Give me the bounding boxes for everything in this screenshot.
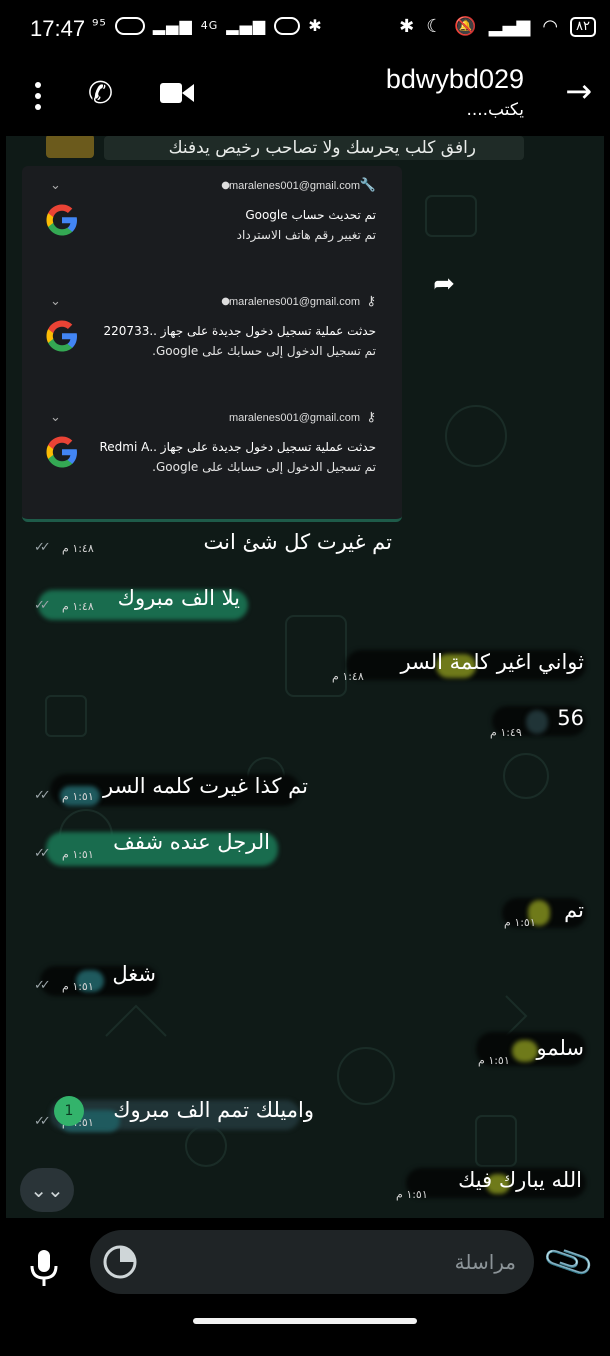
message-composer: 📎: [0, 1218, 610, 1356]
chevron-down-icon: ⌄: [50, 294, 61, 309]
message-text: شغل: [112, 962, 156, 986]
link-icon: [274, 16, 301, 35]
message-text: يلا الف مبروك: [117, 586, 240, 610]
home-indicator[interactable]: [193, 1318, 417, 1324]
moon-icon: ☾: [426, 16, 443, 37]
google-logo-icon: [46, 436, 77, 468]
double-check-icon: ✓✓: [34, 598, 51, 613]
chat-area[interactable]: رافق كلب يحرسك ولا تصاحب رخيص يدفنك ⌄ ● …: [6, 136, 604, 1218]
notification-title: حدثت عملية تسجيل دخول جديدة على جهاز ..R…: [99, 440, 376, 454]
message-incoming[interactable]: ١:٤٨ م ثواني اغير كلمة السر: [326, 646, 588, 686]
quoted-message[interactable]: رافق كلب يحرسك ولا تصاحب رخيص يدفنك: [46, 136, 586, 162]
highlight-mark: [526, 710, 548, 734]
chevron-down-icon: ⌄: [50, 178, 61, 193]
double-check-icon: ✓✓: [34, 788, 51, 803]
message-text: تم كذا غيرت كلمه السر: [103, 774, 308, 798]
message-time: ١:٤٨ م: [62, 600, 94, 613]
notification-body: تم تغيير رقم هاتف الاسترداد: [236, 228, 376, 242]
network-type: 4G: [200, 19, 219, 32]
message-time: ١:٤٩ م: [490, 726, 522, 739]
google-logo-icon: [46, 204, 77, 236]
sticker-icon[interactable]: [102, 1244, 138, 1280]
microphone-icon[interactable]: [26, 1248, 62, 1288]
mute-icon: 🔕: [454, 16, 477, 37]
status-bar: 17:47 ⁹⁵ ▂▄▆ 4G ▂▄▆ ✱ ✱ ☾ 🔕 ▂▄▆ ◠ ٨٢: [0, 0, 610, 62]
message-time: ١:٥١ م: [62, 980, 94, 993]
video-call-icon[interactable]: [160, 82, 194, 103]
signal-icon-2: ▂▄▆: [226, 16, 267, 35]
message-time: ١:٥١ م: [396, 1188, 428, 1201]
message-text: تم: [564, 898, 584, 922]
highlight-mark: [512, 1040, 538, 1062]
status-time: 17:47: [30, 16, 86, 41]
message-text: سلمو: [536, 1036, 584, 1060]
message-incoming[interactable]: ١:٤٩ م 56: [486, 702, 588, 742]
wifi-icon: ◠: [542, 16, 559, 37]
quoted-text: رافق كلب يحرسك ولا تصاحب رخيص يدفنك: [168, 138, 476, 158]
message-outgoing[interactable]: ✓✓ ١:٥١ م شغل: [30, 962, 160, 1002]
key-icon: ⚷: [366, 410, 376, 425]
message-input[interactable]: [186, 1244, 516, 1280]
notification-account: maralenes001@gmail.com: [228, 180, 360, 192]
chat-header: ✆ bdwybd029 يكتب.... →: [0, 62, 610, 136]
notification-item: ⌄ maralenes001@gmail.com ⚷ حدثت عملية تس…: [22, 398, 402, 506]
double-check-icon: ✓✓: [34, 1114, 51, 1129]
notification-account: maralenes001@gmail.com: [228, 296, 360, 308]
double-check-icon: ✓✓: [34, 978, 51, 993]
notification-account: maralenes001@gmail.com: [228, 412, 360, 424]
notification-title: تم تحديث حساب Google: [245, 208, 376, 222]
phone-icon[interactable]: ✆: [88, 76, 113, 111]
signal-icon: ▂▄▆: [152, 16, 193, 35]
message-time: ١:٥١ م: [62, 848, 94, 861]
message-outgoing[interactable]: ✓✓ ١:٥١ م الرجل عنده شفف: [30, 828, 280, 874]
double-check-icon: ✓✓: [34, 540, 51, 555]
message-text: 56: [557, 706, 584, 730]
forward-icon[interactable]: ➦: [424, 264, 464, 304]
message-incoming[interactable]: ١:٥١ م تم: [498, 894, 588, 934]
message-time: ١:٤٨ م: [62, 542, 94, 555]
back-arrow-icon[interactable]: →: [565, 72, 592, 110]
paperclip-icon[interactable]: 📎: [541, 1234, 598, 1290]
bluetooth-icon-right: ✱: [399, 16, 415, 37]
message-outgoing[interactable]: ✓✓ ١:٤٨ م يلا الف مبروك: [30, 584, 260, 624]
chevron-down-icon: ⌄: [50, 410, 61, 425]
scroll-down-icon[interactable]: ⌄⌄: [20, 1168, 74, 1212]
message-time: ١:٤٨ م: [332, 670, 364, 683]
message-incoming[interactable]: ١:٥١ م الله يبارك فيك: [392, 1164, 588, 1204]
image-message-notifications[interactable]: ⌄ ● maralenes001@gmail.com 🔧 تم تحديث حس…: [22, 166, 402, 522]
notification-item: ⌄ ● maralenes001@gmail.com 🔧 تم تحديث حس…: [22, 166, 402, 274]
double-check-icon: ✓✓: [34, 846, 51, 861]
message-outgoing[interactable]: ✓✓ ١:٥١ م تم كذا غيرت كلمه السر: [30, 772, 330, 812]
notification-body: تم تسجيل الدخول إلى حسابك على Google.: [152, 344, 376, 358]
message-incoming[interactable]: ١:٥١ م سلمو: [472, 1032, 588, 1072]
status-right-icons: ✱ ☾ 🔕 ▂▄▆ ◠ ٨٢: [399, 16, 596, 37]
notification-counter: ⁹⁵: [92, 16, 107, 35]
notification-item: ⌄ ● maralenes001@gmail.com ⚷ حدثت عملية …: [22, 282, 402, 390]
contact-name[interactable]: bdwybd029: [386, 64, 524, 95]
signal-bars-icon: ▂▄▆: [488, 16, 531, 37]
message-text: الله يبارك فيك: [458, 1168, 582, 1192]
notification-body: تم تسجيل الدخول إلى حسابك على Google.: [152, 460, 376, 474]
quoted-thumbnail: [46, 136, 94, 158]
typing-status: يكتب....: [466, 100, 524, 120]
recording-icon: [114, 16, 145, 35]
key-icon: ⚷: [366, 294, 376, 309]
bluetooth-icon: ✱: [308, 16, 323, 35]
message-text: تم غيرت كل شئ انت: [203, 530, 393, 554]
message-outgoing[interactable]: ✓✓ ١:٤٨ م تم غيرت كل شئ انت: [30, 526, 400, 566]
unread-count-badge[interactable]: 1: [54, 1096, 84, 1126]
message-text: الرجل عنده شفف: [113, 830, 270, 854]
wrench-icon: 🔧: [359, 178, 376, 193]
more-options-icon[interactable]: [28, 80, 48, 112]
status-left-icons: ⁹⁵ ▂▄▆ 4G ▂▄▆ ✱: [92, 16, 323, 35]
message-time: ١:٥١ م: [504, 916, 536, 929]
message-time: ١:٥١ م: [62, 790, 94, 803]
battery-indicator: ٨٢: [570, 16, 596, 37]
google-logo-icon: [46, 320, 77, 352]
message-text: ثواني اغير كلمة السر: [400, 650, 584, 674]
message-input-box[interactable]: [90, 1230, 534, 1294]
message-text: واميلك تمم الف مبروك: [113, 1098, 314, 1122]
message-time: ١:٥١ م: [478, 1054, 510, 1067]
notification-title: حدثت عملية تسجيل دخول جديدة على جهاز ..2…: [103, 324, 376, 338]
